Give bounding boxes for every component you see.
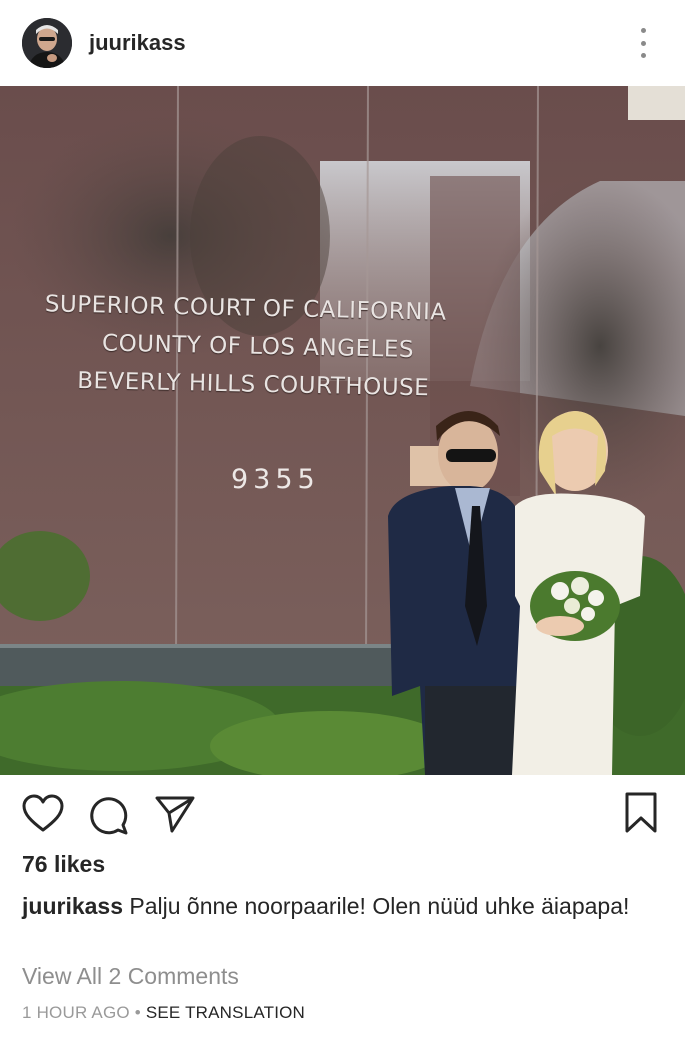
post-header: juurikass — [0, 0, 685, 86]
post-photo[interactable]: SUPERIOR COURT OF CALIFORNIA COUNTY OF L… — [0, 86, 685, 775]
separator-dot: • — [134, 1003, 141, 1022]
send-icon[interactable] — [154, 794, 196, 834]
avatar-image — [22, 18, 72, 68]
see-translation-link[interactable]: SEE TRANSLATION — [146, 1003, 305, 1022]
post-meta: 1 HOUR AGO • SEE TRANSLATION — [22, 1003, 305, 1023]
avatar[interactable] — [22, 18, 72, 68]
more-vertical-icon[interactable] — [631, 28, 655, 58]
heart-icon[interactable] — [22, 794, 64, 834]
caption: juurikass Palju õnne noorpaarile! Olen n… — [22, 889, 642, 924]
bookmark-icon[interactable] — [624, 792, 658, 834]
username[interactable]: juurikass — [89, 30, 186, 56]
likes-count[interactable]: 76 likes — [22, 851, 105, 878]
timestamp: 1 HOUR AGO — [22, 1003, 130, 1022]
photo-scene — [0, 86, 685, 775]
street-number: 9355 — [231, 464, 320, 495]
action-bar — [0, 775, 685, 855]
comment-icon[interactable] — [88, 794, 130, 836]
caption-username[interactable]: juurikass — [22, 893, 123, 919]
courthouse-sign: SUPERIOR COURT OF CALIFORNIA COUNTY OF L… — [39, 285, 501, 409]
view-comments-link[interactable]: View All 2 Comments — [22, 963, 239, 990]
caption-text: Palju õnne noorpaarile! Olen nüüd uhke ä… — [129, 893, 630, 919]
